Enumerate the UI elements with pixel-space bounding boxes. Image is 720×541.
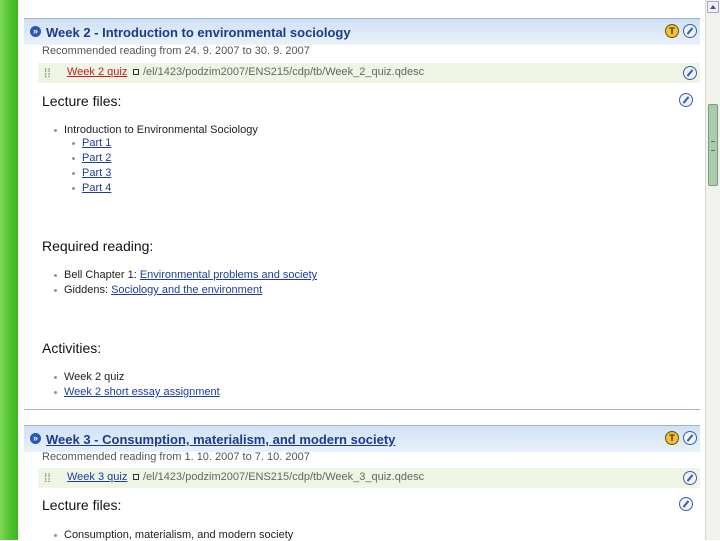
bullet-icon [54,288,57,292]
bullet-icon [54,128,57,132]
list-item: Bell Chapter 1: Environmental problems a… [54,269,317,281]
week-3-recommended-reading: Recommended reading from 1. 10. 2007 to … [42,451,310,463]
popup-window-icon[interactable] [133,69,139,75]
bullet-icon [72,141,75,145]
week-2-quiz-link[interactable]: Week 2 quiz [67,66,127,78]
section-divider [24,409,700,410]
bullet-icon [72,156,75,160]
edit-icon[interactable] [683,431,697,445]
week-2-title[interactable]: Week 2 - Introduction to environmental s… [46,25,351,40]
edit-icon[interactable] [683,66,697,80]
part-3-link[interactable]: Part 3 [82,167,111,179]
bullet-icon [54,533,57,537]
part-1-link[interactable]: Part 1 [82,137,111,149]
week-2-recommended-reading: Recommended reading from 24. 9. 2007 to … [42,45,310,57]
list-item: Part 3 [72,167,111,179]
quiz-icon: ⁞⁞ [44,66,51,80]
list-item: Part 4 [72,182,111,194]
activity-1-label: Week 2 quiz [64,371,125,383]
scroll-up-icon[interactable] [707,1,719,13]
list-item: Week 2 short essay assignment [54,386,220,398]
grip-icon [711,141,715,151]
bullet-icon [54,390,57,394]
lecture-topic: Consumption, materialism, and modern soc… [54,529,293,541]
bullet-icon [72,186,75,190]
week-3-quiz-link[interactable]: Week 3 quiz [67,471,127,483]
activity-2-link[interactable]: Week 2 short essay assignment [64,386,220,398]
bullet-icon [54,273,57,277]
reading-2-prefix: Giddens: [64,284,109,296]
list-item: Week 2 quiz [54,371,124,383]
list-item: Giddens: Sociology and the environment [54,284,262,296]
edit-icon[interactable] [683,24,697,38]
scrollbar-thumb[interactable] [708,104,718,186]
popup-window-icon[interactable] [133,474,139,480]
lecture-topic-label: Consumption, materialism, and modern soc… [64,529,294,541]
week-3-quiz-path: /el/1423/podzim2007/ENS215/cdp/tb/Week_3… [143,471,425,483]
edit-icon[interactable] [683,471,697,485]
bullet-icon [54,375,57,379]
lecture-files-heading: Lecture files: [42,497,122,513]
collapse-icon[interactable]: » [30,433,41,444]
reading-1-prefix: Bell Chapter 1: [64,269,137,281]
vertical-scrollbar[interactable] [705,0,720,540]
edit-icon[interactable] [679,497,693,511]
lecture-topic-label: Introduction to Environmental Sociology [64,124,258,136]
edit-icon[interactable] [679,93,693,107]
left-accent-bar [0,0,18,540]
part-4-link[interactable]: Part 4 [82,182,111,194]
week-3-title[interactable]: Week 3 - Consumption, materialism, and m… [46,432,395,447]
course-content: » Week 2 - Introduction to environmental… [24,0,700,541]
reading-2-link[interactable]: Sociology and the environment [111,284,262,296]
required-reading-heading: Required reading: [42,238,154,254]
list-item: Part 2 [72,152,111,164]
week-2-quiz-path: /el/1423/podzim2007/ENS215/cdp/tb/Week_2… [143,66,425,78]
teacher-icon[interactable]: T [665,24,679,38]
bullet-icon [72,171,75,175]
list-item: Part 1 [72,137,111,149]
activities-heading: Activities: [42,340,102,356]
week-2-quiz-row: ⁞⁞ Week 2 quiz /el/1423/podzim2007/ENS21… [38,63,700,83]
week-2-header: » Week 2 - Introduction to environmental… [24,18,700,45]
reading-1-link[interactable]: Environmental problems and society [140,269,317,281]
week-3-header: » Week 3 - Consumption, materialism, and… [24,425,700,452]
part-2-link[interactable]: Part 2 [82,152,111,164]
lecture-files-heading: Lecture files: [42,93,122,109]
week-3-quiz-row: ⁞⁞ Week 3 quiz /el/1423/podzim2007/ENS21… [38,468,700,488]
teacher-icon[interactable]: T [665,431,679,445]
quiz-icon: ⁞⁞ [44,471,51,485]
lecture-topic: Introduction to Environmental Sociology [54,124,258,136]
collapse-icon[interactable]: » [30,26,41,37]
